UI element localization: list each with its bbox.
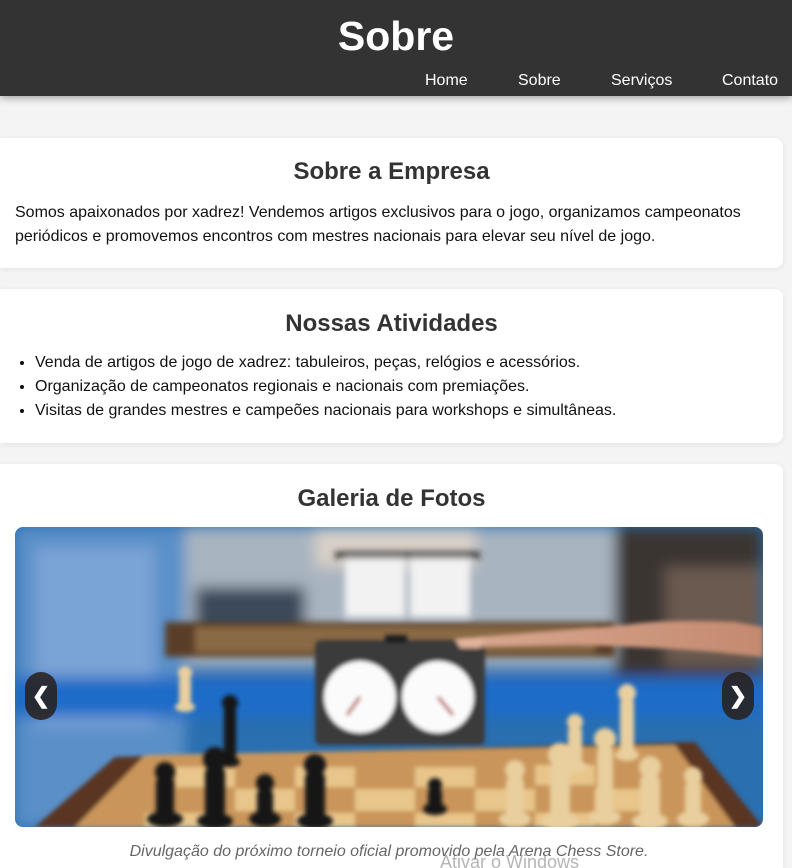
activity-item: Venda de artigos de jogo de xadrez: tabu… [35,351,765,375]
photo-slider: ❮ ❯ [15,527,763,827]
about-heading: Sobre a Empresa [293,158,490,185]
nav-link-home[interactable]: Home [425,72,468,90]
page-title: Sobre [337,13,455,59]
activity-item: Organização de campeonatos regionais e n… [35,375,765,399]
nav-link-sobre[interactable]: Sobre [518,72,561,90]
gallery-caption: Divulgação do próximo torneio oficial pr… [129,843,649,860]
chevron-left-icon: ❮ [31,683,51,708]
activities-heading: Nossas Atividades [285,310,498,337]
activities-section: Nossas Atividades Venda de artigos de jo… [0,289,783,443]
about-section: Sobre a Empresa Somos apaixonados por xa… [0,138,783,268]
chevron-right-icon: ❯ [728,683,748,708]
site-header: Sobre Home Sobre Serviços Contato [0,0,792,96]
activities-list: Venda de artigos de jogo de xadrez: tabu… [35,351,765,423]
slider-prev-button[interactable]: ❮ [25,672,57,720]
gallery-heading: Galeria de Fotos [297,485,486,512]
main-nav: Home Sobre Serviços Contato [0,72,792,92]
activate-windows-watermark: Ativar o Windows [440,852,580,868]
nav-link-contato[interactable]: Contato [722,72,778,90]
about-text: Somos apaixonados por xadrez! Vendemos a… [15,204,741,245]
slider-next-button[interactable]: ❯ [722,672,754,720]
nav-link-servicos[interactable]: Serviços [611,72,672,90]
chess-tournament-photo [15,527,763,827]
activity-item: Visitas de grandes mestres e campeões na… [35,399,765,423]
gallery-section: Galeria de Fotos ❮ ❯ [0,464,783,868]
